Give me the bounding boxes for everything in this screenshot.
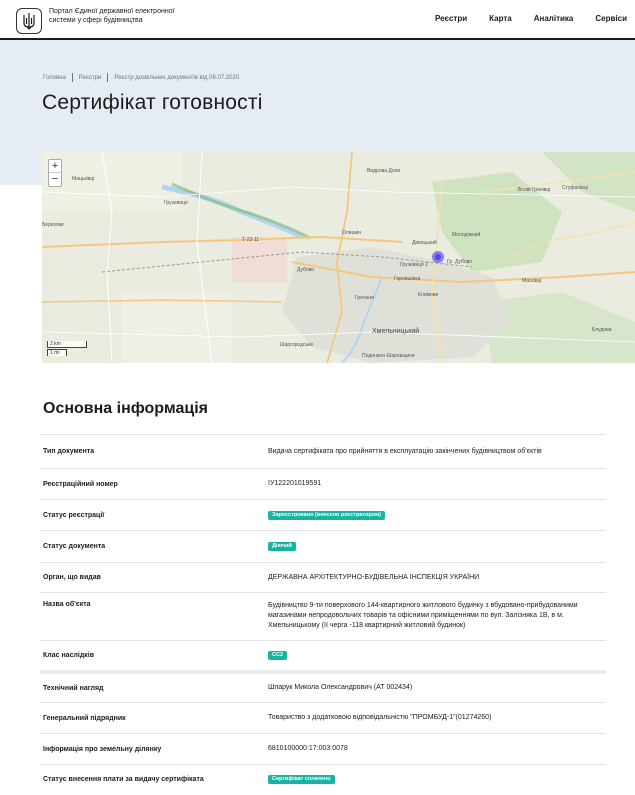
- portal-name[interactable]: Портал Єдиної державної електронної сист…: [49, 7, 179, 25]
- breadcrumb-separator: [71, 73, 73, 82]
- info-table: Тип документа Видача сертифіката про при…: [40, 434, 606, 794]
- info-row: Статус документа Діючий: [40, 530, 606, 562]
- scale-km: 2 km: [47, 341, 87, 348]
- row-label: Статус реєстрації: [43, 511, 105, 519]
- info-row: Інформація про земельну ділянку 68101000…: [40, 733, 606, 764]
- info-row: Назва об'єкта Будівництво 9-ти поверхово…: [40, 592, 606, 640]
- breadcrumb: Головна Реєстри Реєстр дозвільних докуме…: [43, 73, 239, 82]
- row-label: Назва об'єкта: [43, 601, 91, 608]
- main-nav: Реєстри Карта Аналітика Сервіси: [435, 14, 627, 23]
- info-row: Тип документа Видача сертифіката про при…: [40, 434, 606, 468]
- map-label: Стуфанівці: [562, 185, 588, 191]
- row-value: ДЕРЖАВНА АРХІТЕКТУРНО-БУДІВЕЛЬНА ІНСПЕКЦ…: [268, 573, 480, 581]
- map-label: Олешин: [342, 230, 362, 236]
- map-label: Гарнишівка: [394, 276, 421, 282]
- map-label: Видрова Доли: [367, 168, 401, 174]
- zoom-out-button[interactable]: −: [49, 173, 61, 186]
- row-label: Клас наслідків: [43, 652, 95, 659]
- map-label: Лісові Гринівці: [517, 187, 551, 193]
- info-row: Генеральний підрядник Товариство з додат…: [40, 702, 606, 733]
- page-title: Сертифікат готовності: [42, 91, 263, 114]
- section-title: Основна інформація: [43, 400, 208, 417]
- status-badge: Зареєстровано (внесено реєстратором): [268, 510, 386, 520]
- map-label: Т-23-11: [242, 237, 260, 243]
- map-tiles: [42, 152, 635, 363]
- payment-badge: Сертифікат сплачено: [268, 775, 335, 784]
- nav-registries[interactable]: Реєстри: [435, 14, 467, 23]
- map-label: Березове: [42, 222, 64, 228]
- map-label: Климове: [418, 292, 439, 298]
- info-row: Клас наслідків СС2: [40, 640, 606, 670]
- info-row: Технічний нагляд Шпарук Микола Олександр…: [40, 670, 606, 702]
- row-value: 6810100000:17:003:0078: [268, 745, 348, 752]
- breadcrumb-home[interactable]: Головна: [43, 75, 66, 81]
- zoom-in-button[interactable]: +: [49, 160, 61, 173]
- trident-logo-icon[interactable]: [16, 8, 42, 34]
- status-badge: Діючий: [268, 542, 296, 551]
- row-value: ІУ122201019591: [268, 480, 322, 487]
- row-label: Статус документа: [43, 543, 106, 550]
- row-value: Товариство з додатковою відповідальністю…: [268, 714, 492, 721]
- nav-analytics[interactable]: Аналітика: [534, 14, 574, 23]
- row-value: Діючий: [268, 531, 606, 562]
- info-row: Статус внесення плати за видачу сертифік…: [40, 764, 606, 794]
- breadcrumb-separator: [107, 73, 109, 82]
- row-label: Технічний нагляд: [43, 684, 104, 692]
- zoom-control: + −: [48, 159, 62, 187]
- breadcrumb-current: Реєстр дозвільних документів від 06.07.2…: [114, 74, 240, 81]
- map-label: Мацьківці: [72, 176, 95, 182]
- map-label: Грузевиця: [164, 200, 188, 206]
- row-label: Генеральний підрядник: [43, 714, 126, 722]
- site-header: Портал Єдиної державної електронної сист…: [0, 0, 635, 40]
- map-label-city: Хмельницький: [372, 328, 420, 335]
- info-row: Статус реєстрації Зареєстровано (внесено…: [40, 499, 606, 530]
- nav-services[interactable]: Сервіси: [595, 14, 627, 23]
- row-label: Орган, що видав: [43, 574, 101, 581]
- row-label: Інформація про земельну ділянку: [43, 745, 162, 753]
- row-label: Реєстраційний номер: [43, 480, 118, 488]
- map-label: Дубово: [297, 267, 315, 273]
- map-label: Блудова: [592, 327, 612, 333]
- row-value: Видача сертифіката про прийняття в експл…: [268, 447, 542, 455]
- info-row: Орган, що видав ДЕРЖАВНА АРХІТЕКТУРНО-БУ…: [40, 562, 606, 592]
- map-label: Масківці: [522, 278, 542, 284]
- map-label: Молодіжний: [452, 232, 481, 238]
- map-label: Гречани: [355, 295, 374, 301]
- location-map[interactable]: Мацьківці Березове Грузевиця Видрова Дол…: [42, 152, 635, 363]
- row-value: Сертифікат сплачено: [268, 765, 606, 794]
- row-value: Зареєстровано (внесено реєстратором): [268, 500, 606, 530]
- row-label: Тип документа: [43, 448, 95, 455]
- row-value: СС2: [268, 641, 606, 670]
- map-scale: 2 km 1 mi: [47, 341, 87, 357]
- map-label: Шаргородське: [280, 342, 314, 348]
- class-badge: СС2: [268, 651, 288, 660]
- nav-map[interactable]: Карта: [489, 14, 512, 23]
- row-value: Шпарук Микола Олександрович (АТ 002434): [268, 684, 413, 691]
- scale-mi: 1 mi: [47, 349, 67, 356]
- row-label: Статус внесення плати за видачу сертифік…: [43, 776, 204, 783]
- map-label: Дивоцький: [412, 240, 437, 246]
- breadcrumb-registries[interactable]: Реєстри: [79, 75, 102, 81]
- row-value: Будівництво 9-ти поверхового 144-квартир…: [268, 602, 578, 629]
- info-row: Реєстраційний номер ІУ122201019591: [40, 468, 606, 499]
- map-label: Грузевиця 2: [400, 262, 428, 268]
- map-label: Гр. Дубово: [447, 259, 473, 265]
- map-label: Подинино-Шаровщине: [362, 353, 415, 359]
